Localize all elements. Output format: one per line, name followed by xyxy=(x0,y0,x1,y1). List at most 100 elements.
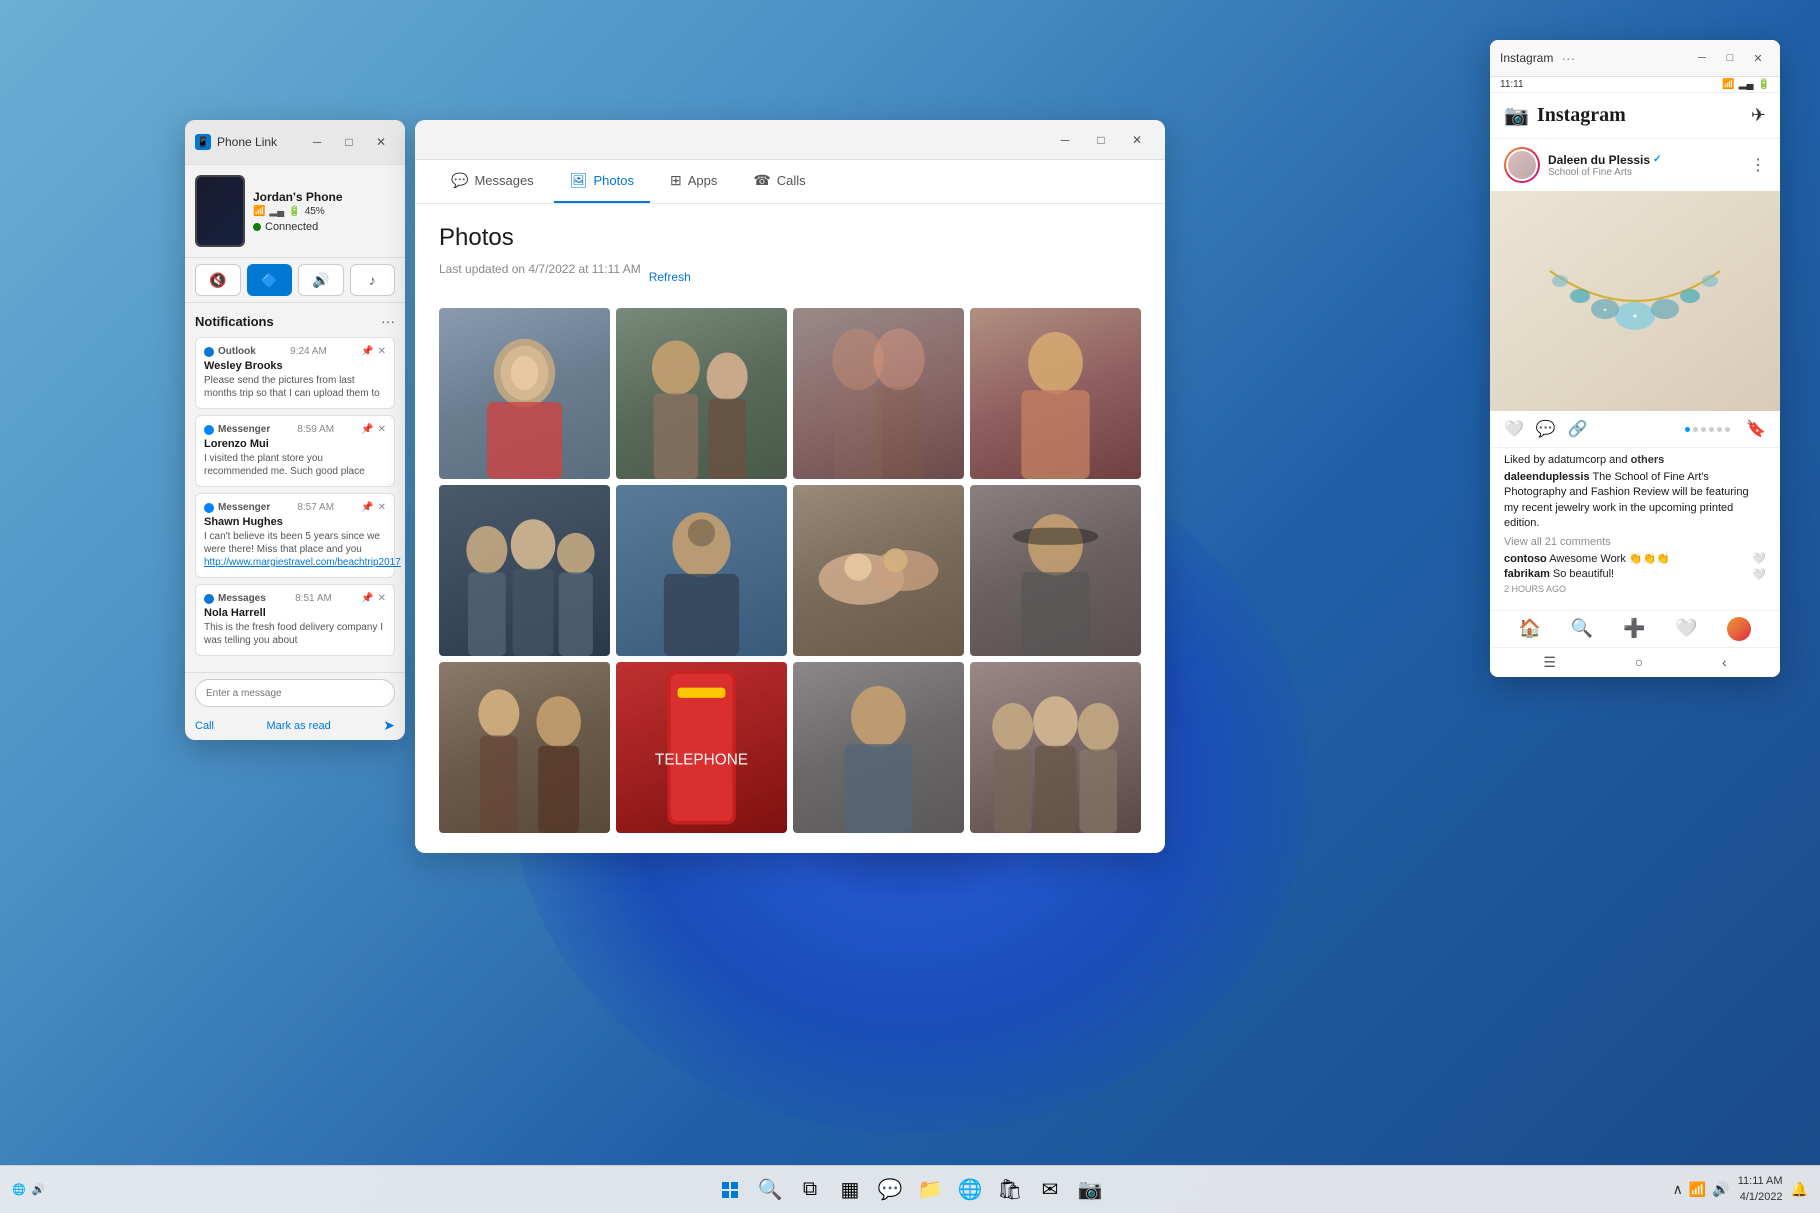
svg-text:TELEPHONE: TELEPHONE xyxy=(655,752,748,769)
task-view-button[interactable]: ⧉ xyxy=(792,1172,828,1208)
pin-icon-3[interactable]: 📌 xyxy=(361,502,373,513)
close-notif-3[interactable]: ✕ xyxy=(378,502,386,513)
ig-avatar-inner xyxy=(1506,149,1538,181)
tab-photos[interactable]: 🖼 Photos xyxy=(554,160,650,203)
ig-view-comments[interactable]: View all 21 comments xyxy=(1504,536,1766,548)
refresh-link[interactable]: Refresh xyxy=(649,270,691,284)
tab-apps[interactable]: ⊞ Apps xyxy=(654,160,733,203)
ig-like-button[interactable]: 🤍 xyxy=(1504,419,1524,439)
ig-title-dots: ··· xyxy=(1561,50,1575,66)
instagram-taskbar-button[interactable]: 📷 xyxy=(1072,1172,1108,1208)
store-taskbar-button[interactable]: 🛍 xyxy=(992,1172,1028,1208)
music-button[interactable]: ♪ xyxy=(350,264,396,296)
close-notif-2[interactable]: ✕ xyxy=(378,424,386,435)
ig-minimize-button[interactable]: ─ xyxy=(1690,46,1714,70)
carousel-dot-active xyxy=(1685,427,1690,432)
notif-time-2: 8:59 AM xyxy=(297,424,334,435)
notif-app-messenger-1: Messenger xyxy=(204,424,270,435)
photos-tab-label: Photos xyxy=(593,173,633,188)
ig-wifi-icon: 📶 xyxy=(1722,79,1734,90)
pin-icon-1[interactable]: 📌 xyxy=(361,346,373,357)
volume-tray-icon[interactable]: 🔊 xyxy=(32,1183,46,1196)
ig-share-button[interactable]: 🔗 xyxy=(1568,419,1588,439)
pin-icon-4[interactable]: 📌 xyxy=(361,593,373,604)
ig-search-nav-button[interactable]: 🔍 xyxy=(1571,618,1593,639)
photos-titlebar: ─ □ ✕ xyxy=(415,120,1165,160)
bluetooth-button[interactable]: 🔷 xyxy=(247,264,293,296)
edge-taskbar-button[interactable]: 🌐 xyxy=(952,1172,988,1208)
minimize-photos-button[interactable]: ─ xyxy=(1051,126,1079,154)
ig-android-menu-button[interactable]: ☰ xyxy=(1543,654,1556,671)
notif-app-messages: Messages xyxy=(204,593,266,604)
close-photos-button[interactable]: ✕ xyxy=(1123,126,1151,154)
ig-caption-username: daleenduplessis xyxy=(1504,471,1590,483)
notifications-header: Notifications ··· xyxy=(195,313,395,329)
ig-close-button[interactable]: ✕ xyxy=(1746,46,1770,70)
photo-12[interactable] xyxy=(970,662,1141,833)
maximize-button[interactable]: □ xyxy=(335,128,363,156)
tab-calls[interactable]: ☎ Calls xyxy=(737,160,821,203)
notif-sender-2: Lorenzo Mui xyxy=(204,438,386,450)
taskbar-time[interactable]: 11:11 AM 4/1/2022 xyxy=(1738,1174,1783,1205)
photo-6[interactable] xyxy=(616,485,787,656)
chat-taskbar-button[interactable]: 💬 xyxy=(872,1172,908,1208)
photo-7[interactable] xyxy=(793,485,964,656)
ig-add-button[interactable]: ➕ xyxy=(1623,618,1645,639)
ig-post-header: Daleen du Plessis ✓ School of Fine Arts … xyxy=(1490,139,1780,191)
widgets-button[interactable]: ▦ xyxy=(832,1172,868,1208)
tray-volume-icon[interactable]: 🔊 xyxy=(1712,1181,1729,1198)
photo-10[interactable]: TELEPHONE xyxy=(616,662,787,833)
call-link[interactable]: Call xyxy=(195,720,214,732)
ig-send-button[interactable]: ✈ xyxy=(1751,105,1766,126)
notifications-button[interactable]: 🔔 xyxy=(1791,1181,1808,1198)
close-button[interactable]: ✕ xyxy=(367,128,395,156)
mark-as-read-link[interactable]: Mark as read xyxy=(267,720,331,732)
mail-taskbar-button[interactable]: ✉ xyxy=(1032,1172,1068,1208)
photo-4[interactable] xyxy=(970,308,1141,479)
volume-button[interactable]: 🔊 xyxy=(298,264,344,296)
message-input[interactable] xyxy=(195,679,395,707)
explorer-taskbar-button[interactable]: 📁 xyxy=(912,1172,948,1208)
ig-home-button[interactable]: 🏠 xyxy=(1519,618,1541,639)
notifications-more-button[interactable]: ··· xyxy=(381,313,395,329)
ig-like-comment-2[interactable]: 🤍 xyxy=(1752,568,1766,581)
photo-2[interactable] xyxy=(616,308,787,479)
photo-11[interactable] xyxy=(793,662,964,833)
ig-heart-nav-button[interactable]: 🤍 xyxy=(1675,618,1697,639)
ig-status-bar: 11:11 📶 ▂▄ 🔋 xyxy=(1490,77,1780,93)
ig-others-link[interactable]: others xyxy=(1631,454,1665,466)
close-notif-1[interactable]: ✕ xyxy=(378,346,386,357)
network-icon[interactable]: 🌐 xyxy=(12,1183,26,1196)
photo-3[interactable] xyxy=(793,308,964,479)
close-notif-4[interactable]: ✕ xyxy=(378,593,386,604)
ig-more-button[interactable]: ⋮ xyxy=(1750,155,1766,175)
photo-9[interactable] xyxy=(439,662,610,833)
ig-profile-button[interactable] xyxy=(1727,617,1751,641)
ig-android-home-button[interactable]: ○ xyxy=(1635,654,1643,670)
ig-android-back-button[interactable]: ‹ xyxy=(1722,654,1727,670)
photo-5[interactable] xyxy=(439,485,610,656)
ig-bookmark-button[interactable]: 🔖 xyxy=(1746,419,1766,439)
photo-8[interactable] xyxy=(970,485,1141,656)
ig-status-time: 11:11 xyxy=(1500,79,1524,90)
tab-messages[interactable]: 💬 Messages xyxy=(435,160,550,203)
send-icon[interactable]: ➤ xyxy=(383,717,395,734)
notif-link[interactable]: http://www.margiestravel.com/beachtrip20… xyxy=(204,557,401,568)
mute-button[interactable]: 🔇 xyxy=(195,264,241,296)
ig-comment-button[interactable]: 💬 xyxy=(1536,419,1556,439)
start-button[interactable] xyxy=(712,1172,748,1208)
tray-network-icon[interactable]: 📶 xyxy=(1689,1181,1706,1198)
pin-icon-2[interactable]: 📌 xyxy=(361,424,373,435)
ig-comment-text-2: So beautiful! xyxy=(1550,568,1614,580)
tray-chevron-icon[interactable]: ∧ xyxy=(1673,1181,1683,1198)
notification-messages: Messages 8:51 AM 📌 ✕ Nola Harrell This i… xyxy=(195,584,395,656)
ig-maximize-button[interactable]: □ xyxy=(1718,46,1742,70)
maximize-photos-button[interactable]: □ xyxy=(1087,126,1115,154)
photo-1[interactable] xyxy=(439,308,610,479)
ig-like-comment-1[interactable]: 🤍 xyxy=(1752,552,1766,565)
ig-commenter-2: fabrikam xyxy=(1504,568,1550,580)
notification-messenger-2: Messenger 8:57 AM 📌 ✕ Shawn Hughes I can… xyxy=(195,493,395,578)
minimize-button[interactable]: ─ xyxy=(303,128,331,156)
search-taskbar-button[interactable]: 🔍 xyxy=(752,1172,788,1208)
ig-jewelry-image: ✦ ✦ xyxy=(1490,191,1780,411)
